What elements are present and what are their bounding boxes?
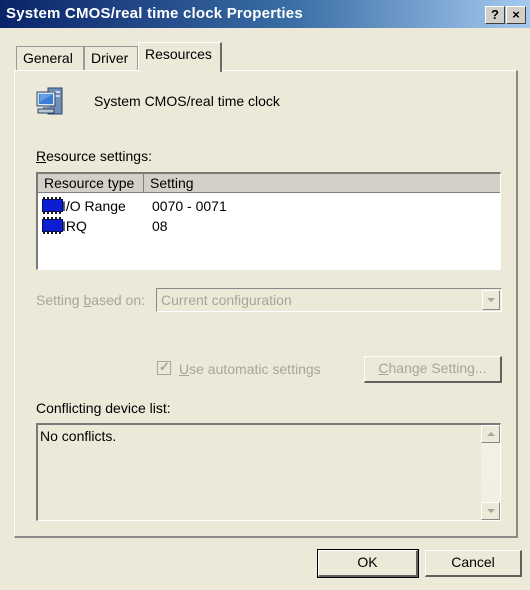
help-button[interactable]: ? xyxy=(485,6,505,24)
computer-device-icon xyxy=(34,84,70,120)
resource-list-header: Resource type Setting xyxy=(38,174,500,193)
tab-driver[interactable]: Driver xyxy=(84,46,138,70)
properties-dialog: System CMOS/real time clock Properties ?… xyxy=(0,0,530,590)
conflict-status-text: No conflicts. xyxy=(40,428,117,444)
list-item[interactable]: IRQ 08 xyxy=(38,216,500,236)
device-name: System CMOS/real time clock xyxy=(94,93,280,109)
hardware-resource-icon xyxy=(42,197,63,214)
chevron-down-icon[interactable] xyxy=(482,290,500,310)
column-header-setting[interactable]: Setting xyxy=(144,174,499,193)
resource-type-cell: IRQ xyxy=(62,218,87,234)
setting-based-on-label-post: ased on: xyxy=(91,292,145,308)
resource-settings-mnemonic: R xyxy=(36,148,47,164)
resource-settings-label-text: esource settings: xyxy=(46,148,152,164)
resource-setting-cell: 0070 - 0071 xyxy=(152,198,227,214)
conflicting-device-list-label: Conflicting device list: xyxy=(36,400,171,416)
list-item[interactable]: I/O Range 0070 - 0071 xyxy=(38,196,500,216)
resource-settings-label: Resource settings: xyxy=(36,148,152,164)
resource-setting-cell: 08 xyxy=(152,218,168,234)
change-setting-mnemonic: C xyxy=(378,360,389,376)
close-button[interactable]: × xyxy=(506,6,526,24)
setting-based-on-select[interactable]: Current configuration xyxy=(156,288,502,312)
tab-resources[interactable]: Resources xyxy=(138,42,222,72)
setting-based-on-label-pre: Setting xyxy=(36,292,84,308)
use-automatic-settings-label[interactable]: Use automatic settings xyxy=(179,361,321,377)
resource-list[interactable]: Resource type Setting I/O Range 0070 - 0… xyxy=(36,172,501,270)
title-bar[interactable]: System CMOS/real time clock Properties ?… xyxy=(0,0,530,28)
scroll-up-arrow-icon[interactable] xyxy=(481,425,500,443)
vertical-scrollbar[interactable] xyxy=(481,425,500,520)
setting-based-on-label: Setting based on: xyxy=(36,292,145,308)
use-automatic-settings-label-text: se automatic settings xyxy=(189,361,321,377)
use-automatic-settings-mnemonic: U xyxy=(179,361,190,377)
hardware-resource-icon xyxy=(42,217,63,234)
ok-button[interactable]: OK xyxy=(317,549,419,578)
scroll-down-arrow-icon[interactable] xyxy=(481,502,500,520)
change-setting-button[interactable]: Change Setting... xyxy=(364,356,502,383)
cancel-button[interactable]: Cancel xyxy=(425,550,522,577)
column-header-resource-type[interactable]: Resource type xyxy=(38,174,144,193)
change-setting-label: hange Setting... xyxy=(388,360,487,376)
conflicting-device-list[interactable]: No conflicts. xyxy=(36,423,501,521)
setting-based-on-value: Current configuration xyxy=(161,292,292,308)
resource-type-cell: I/O Range xyxy=(62,198,126,214)
window-title: System CMOS/real time clock Properties xyxy=(6,5,303,22)
use-automatic-settings-checkbox[interactable] xyxy=(157,359,171,375)
tab-general[interactable]: General xyxy=(16,46,84,70)
